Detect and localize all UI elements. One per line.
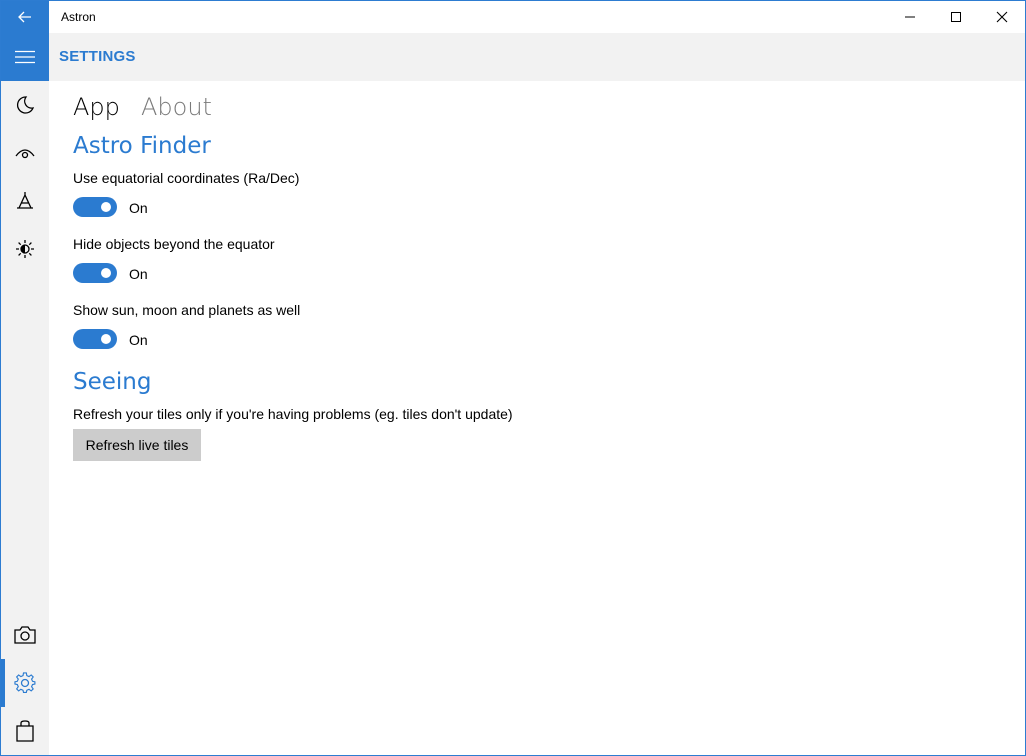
close-button[interactable] — [979, 1, 1025, 33]
toggle-equatorial[interactable] — [73, 197, 117, 217]
sidebar-item-sun[interactable] — [1, 225, 49, 273]
toggle-show-sun-moon[interactable] — [73, 329, 117, 349]
window-title: Astron — [61, 10, 96, 24]
tab-about[interactable]: About — [141, 93, 212, 121]
sidebar-item-camera[interactable] — [1, 611, 49, 659]
toggle-hide-objects[interactable] — [73, 263, 117, 283]
shopping-bag-icon — [16, 720, 34, 742]
sidebar-item-moon[interactable] — [1, 81, 49, 129]
app-window: Astron SETTINGS App About Astro Finder U… — [0, 0, 1026, 756]
sidebar — [1, 81, 49, 755]
maximize-button[interactable] — [933, 1, 979, 33]
camera-icon — [14, 626, 36, 644]
toggle-knob — [101, 268, 111, 278]
toggle-knob — [101, 334, 111, 344]
sidebar-item-eye[interactable] — [1, 129, 49, 177]
back-button[interactable] — [1, 1, 49, 33]
page-header: SETTINGS — [1, 33, 1025, 81]
section-title-seeing: Seeing — [73, 369, 152, 395]
page-title: SETTINGS — [59, 48, 136, 65]
eye-icon — [15, 149, 35, 159]
maximize-icon — [951, 12, 961, 22]
back-arrow-icon — [18, 11, 31, 23]
toggle-state-equatorial: On — [129, 200, 148, 216]
moon-icon — [17, 96, 35, 114]
setting-label-equatorial: Use equatorial coordinates (Ra/Dec) — [73, 170, 300, 186]
sidebar-item-store[interactable] — [1, 707, 49, 755]
toggle-knob — [101, 202, 111, 212]
sidebar-item-telescope[interactable] — [1, 177, 49, 225]
refresh-live-tiles-button[interactable]: Refresh live tiles — [73, 429, 201, 461]
setting-label-show-sun-moon: Show sun, moon and planets as well — [73, 302, 301, 318]
hamburger-menu-button[interactable] — [1, 33, 49, 81]
settings-content: App About Astro Finder Use equatorial co… — [49, 81, 1025, 755]
toggle-state-show-sun-moon: On — [129, 332, 148, 348]
sidebar-item-settings[interactable] — [1, 659, 49, 707]
setting-label-hide-objects: Hide objects beyond the equator — [73, 236, 275, 252]
tab-app[interactable]: App — [73, 93, 120, 121]
section-title-astro-finder: Astro Finder — [73, 133, 211, 159]
seeing-description: Refresh your tiles only if you're having… — [73, 406, 513, 422]
minimize-icon — [905, 16, 915, 18]
sun-icon — [16, 240, 34, 258]
toggle-state-hide-objects: On — [129, 266, 148, 282]
hamburger-icon — [15, 50, 35, 64]
gear-icon — [14, 672, 36, 693]
minimize-button[interactable] — [887, 1, 933, 33]
close-icon — [996, 11, 1008, 23]
telescope-icon — [17, 192, 33, 209]
title-bar: Astron — [1, 1, 1025, 33]
